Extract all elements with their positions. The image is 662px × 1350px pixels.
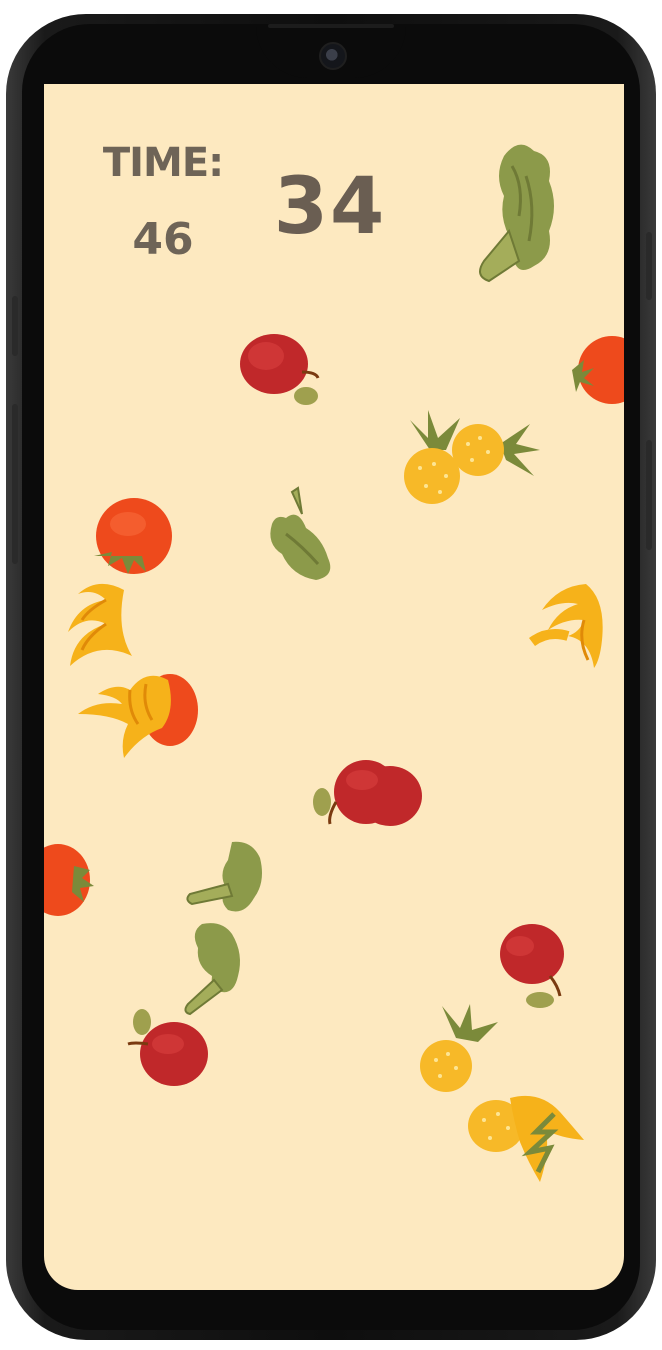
apple-icon[interactable] bbox=[124, 1008, 214, 1090]
apple-icon[interactable] bbox=[238, 332, 328, 412]
broccoli-icon[interactable] bbox=[182, 838, 266, 918]
banana-icon[interactable] bbox=[58, 580, 138, 672]
broccoli-icon[interactable] bbox=[262, 484, 336, 584]
alert-slider bbox=[646, 232, 652, 300]
banana-icon[interactable] bbox=[76, 670, 176, 762]
tomato-icon[interactable] bbox=[566, 332, 624, 408]
score-counter: 34 bbox=[273, 162, 387, 252]
volume-button bbox=[12, 296, 18, 356]
apple-icon[interactable] bbox=[310, 754, 430, 832]
time-remaining: 46 bbox=[132, 214, 194, 265]
apple-icon[interactable] bbox=[496, 920, 576, 1012]
earpiece-speaker bbox=[268, 24, 394, 28]
broccoli-icon[interactable] bbox=[464, 136, 564, 286]
broccoli-icon[interactable] bbox=[178, 920, 244, 1016]
pineapple-icon[interactable] bbox=[450, 414, 540, 484]
banana-icon[interactable] bbox=[500, 1092, 586, 1188]
game-screen[interactable]: TIME: 46 34 bbox=[44, 84, 624, 1290]
tomato-icon[interactable] bbox=[44, 842, 96, 918]
time-label: TIME: bbox=[102, 140, 224, 186]
power-button bbox=[12, 404, 18, 564]
pineapple-icon[interactable] bbox=[418, 1004, 502, 1094]
tomato-icon[interactable] bbox=[88, 496, 174, 580]
side-button bbox=[646, 440, 652, 550]
banana-icon[interactable] bbox=[528, 580, 610, 672]
front-camera bbox=[319, 42, 347, 70]
